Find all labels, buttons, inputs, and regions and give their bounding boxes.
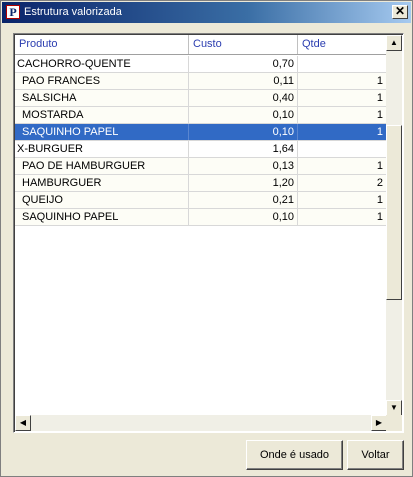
cell-produto[interactable]: MOSTARDA (15, 107, 189, 123)
cell-qtde[interactable]: 1 (298, 73, 387, 89)
column-header-produto[interactable]: Produto (15, 35, 189, 54)
cell-custo[interactable]: 1,20 (189, 175, 298, 191)
cell-produto[interactable]: PAO DE HAMBURGUER (15, 158, 189, 174)
cell-produto[interactable]: PAO FRANCES (15, 73, 189, 89)
table-row[interactable]: PAO DE HAMBURGUER 0,13 1 (15, 158, 387, 175)
table-row[interactable]: HAMBURGUER 1,20 2 (15, 175, 387, 192)
cell-qtde[interactable]: 2 (298, 175, 387, 191)
cell-qtde[interactable]: 1 (298, 124, 387, 140)
table-row[interactable]: MOSTARDA 0,10 1 (15, 107, 387, 124)
cell-qtde[interactable]: 1 (298, 209, 387, 225)
cell-custo[interactable]: 0,11 (189, 73, 298, 89)
grid-rows: CACHORRO-QUENTE 0,70 PAO FRANCES 0,11 1 SALSI… (15, 56, 387, 226)
scrollbar-corner (386, 415, 402, 431)
window-title: Estrutura valorizada (24, 6, 122, 18)
cell-custo[interactable]: 0,40 (189, 90, 298, 106)
cell-produto[interactable]: HAMBURGUER (15, 175, 189, 191)
cell-qtde[interactable]: 1 (298, 192, 387, 208)
table-row[interactable]: PAO FRANCES 0,11 1 (15, 73, 387, 90)
cell-custo[interactable]: 0,10 (189, 107, 298, 123)
table-row[interactable]: SALSICHA 0,40 1 (15, 90, 387, 107)
column-header-qtde[interactable]: Qtde (298, 35, 387, 54)
grid-header: Produto Custo Qtde (15, 35, 387, 55)
cell-custo[interactable]: 1,64 (189, 141, 298, 157)
cell-custo[interactable]: 0,10 (189, 209, 298, 225)
cell-produto[interactable]: SAQUINHO PAPEL (15, 209, 189, 225)
scroll-thumb[interactable] (386, 125, 402, 300)
vertical-scrollbar[interactable]: ▲ ▼ (386, 35, 402, 416)
cell-produto[interactable]: QUEIJO (15, 192, 189, 208)
cell-qtde[interactable]: 1 (298, 90, 387, 106)
scroll-left-icon[interactable]: ◀ (15, 415, 31, 431)
voltar-button[interactable]: Voltar (347, 440, 404, 470)
table-row[interactable]: SAQUINHO PAPEL 0,10 1 (15, 209, 387, 226)
cell-custo[interactable]: 0,13 (189, 158, 298, 174)
cell-qtde[interactable]: 1 (298, 158, 387, 174)
app-icon: P (6, 5, 20, 19)
cell-custo[interactable]: 0,21 (189, 192, 298, 208)
table-row[interactable]: X-BURGUER 1,64 (15, 141, 387, 158)
dialog-window: P Estrutura valorizada ✕ Produto Custo Q… (0, 0, 413, 477)
product-grid: Produto Custo Qtde CACHORRO-QUENTE 0,70 PA… (13, 33, 404, 433)
cell-qtde[interactable] (298, 56, 387, 72)
cell-produto[interactable]: X-BURGUER (15, 141, 189, 157)
horizontal-scrollbar[interactable]: ◀ ▶ (15, 415, 387, 431)
table-row[interactable]: QUEIJO 0,21 1 (15, 192, 387, 209)
onde-e-usado-button[interactable]: Onde é usado (246, 440, 343, 470)
cell-produto[interactable]: SAQUINHO PAPEL (15, 124, 189, 140)
column-header-custo[interactable]: Custo (189, 35, 298, 54)
scroll-right-icon[interactable]: ▶ (371, 415, 387, 431)
scroll-up-icon[interactable]: ▲ (386, 35, 402, 51)
scroll-down-icon[interactable]: ▼ (386, 400, 402, 416)
cell-produto[interactable]: CACHORRO-QUENTE (15, 56, 189, 72)
cell-qtde[interactable]: 1 (298, 107, 387, 123)
close-button[interactable]: ✕ (392, 5, 408, 19)
table-row[interactable]: SAQUINHO PAPEL 0,10 1 (15, 124, 387, 141)
cell-produto[interactable]: SALSICHA (15, 90, 189, 106)
cell-custo[interactable]: 0,70 (189, 56, 298, 72)
table-row[interactable]: CACHORRO-QUENTE 0,70 (15, 56, 387, 73)
title-bar[interactable]: P Estrutura valorizada ✕ (2, 2, 411, 23)
cell-qtde[interactable] (298, 141, 387, 157)
cell-custo[interactable]: 0,10 (189, 124, 298, 140)
